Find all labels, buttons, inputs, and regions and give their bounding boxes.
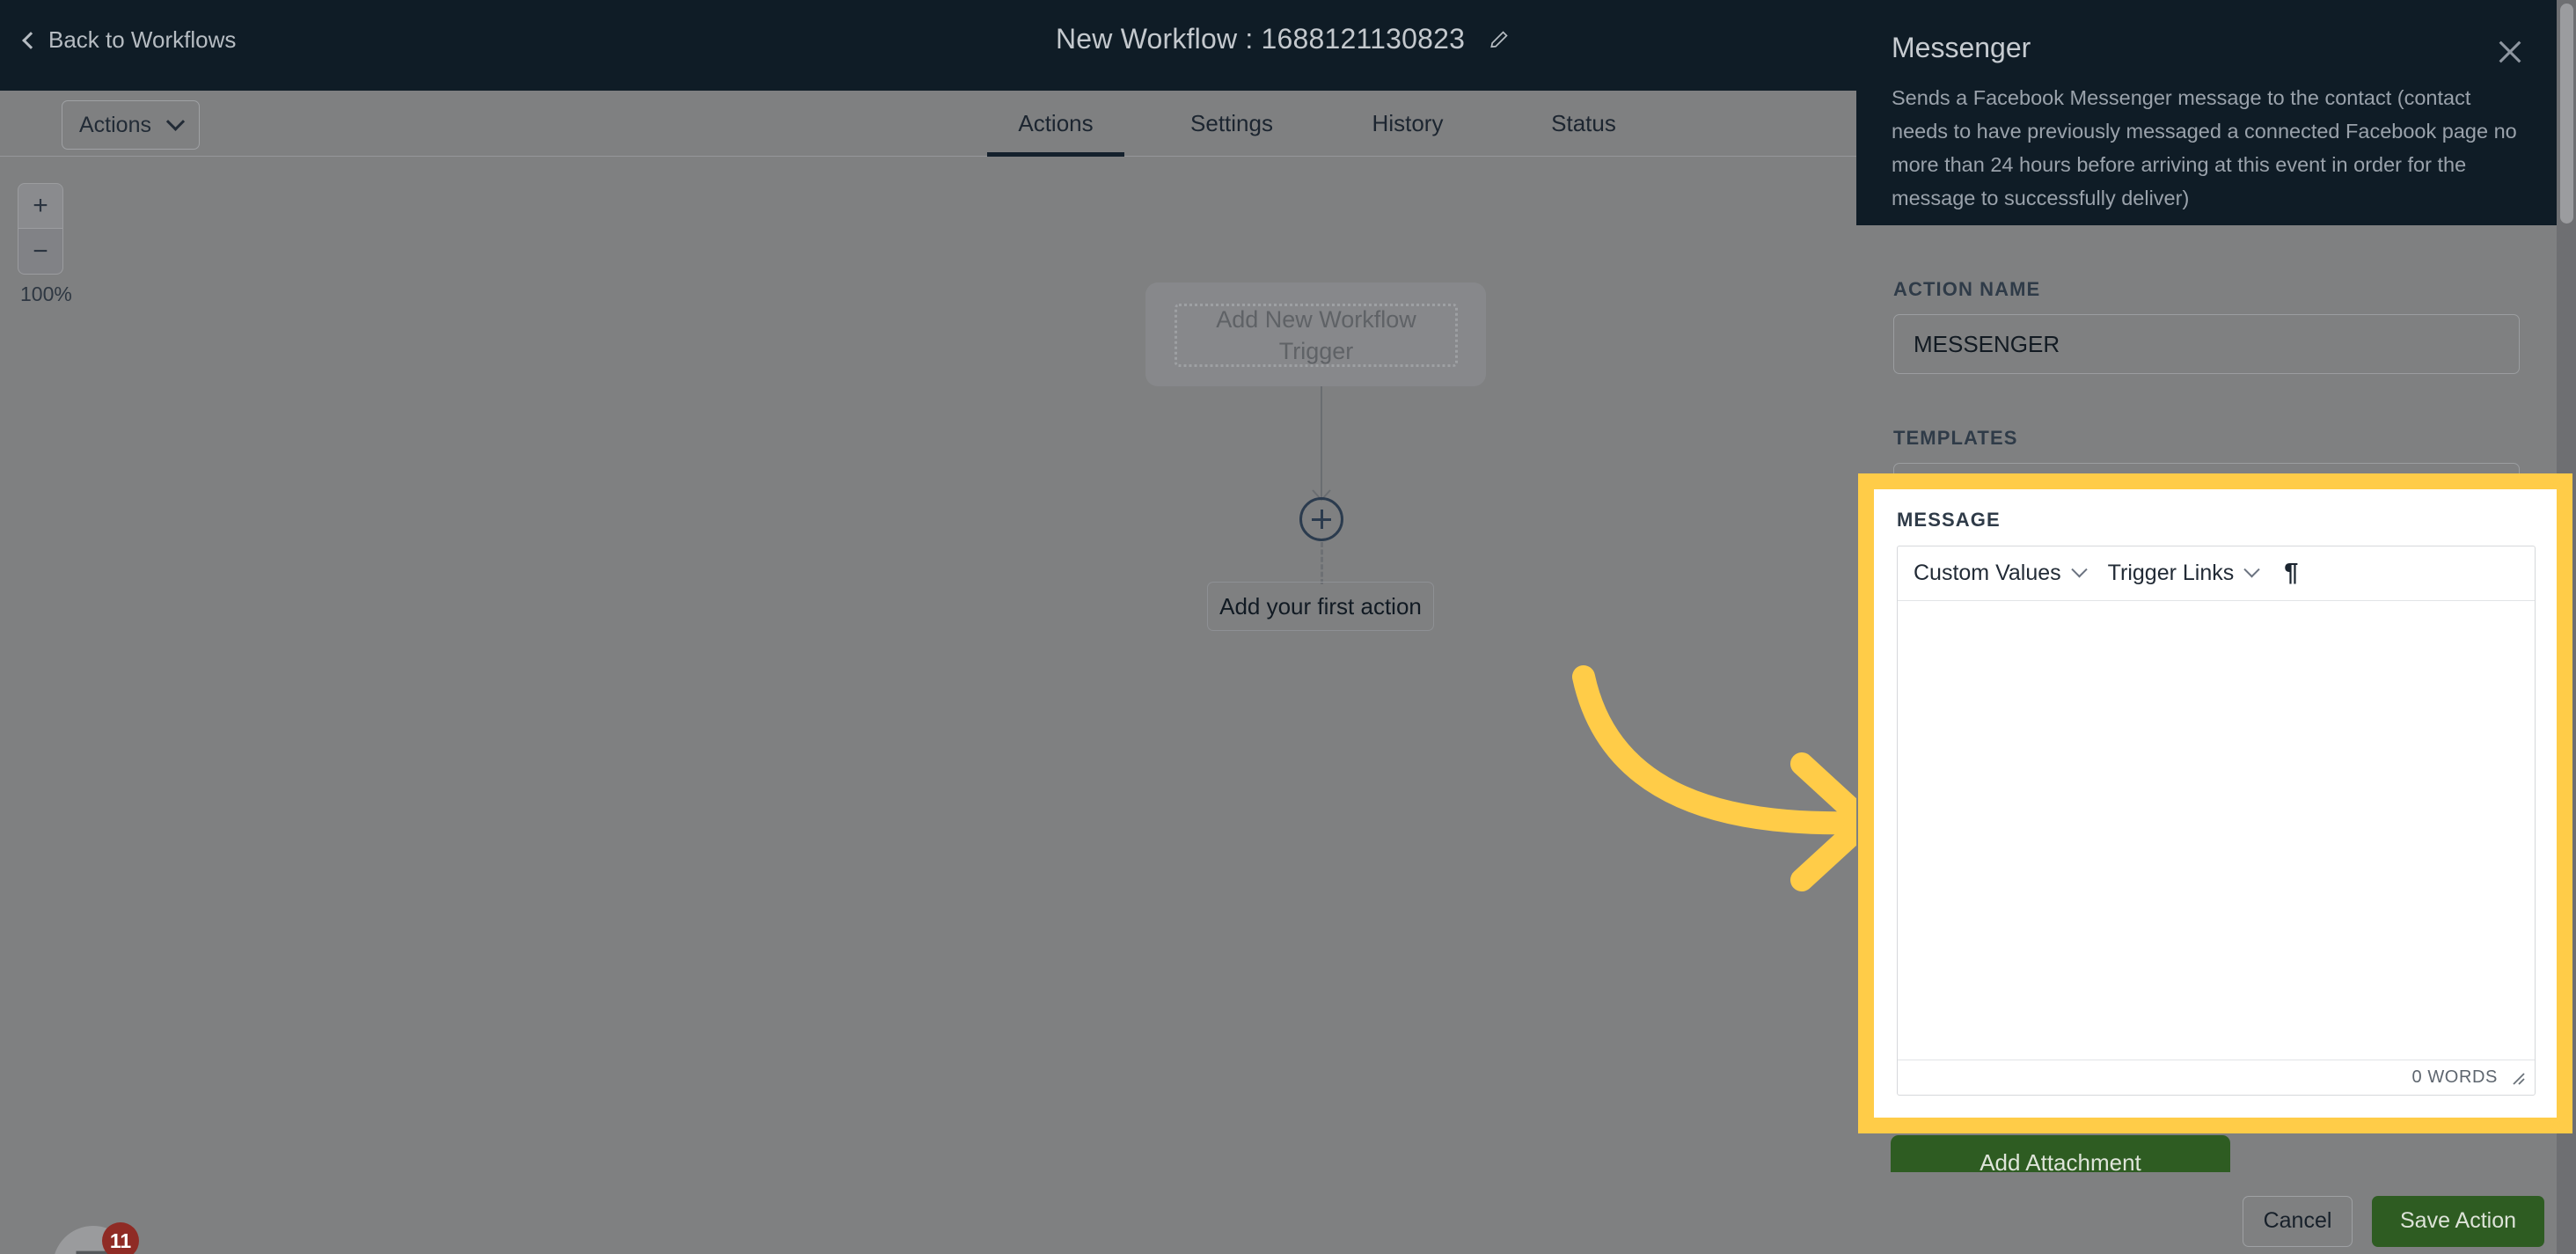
add-step-button[interactable] <box>1299 497 1343 541</box>
action-name-group: ACTION NAME <box>1893 278 2520 374</box>
workflow-title: New Workflow : 1688121130823 <box>1056 23 1466 55</box>
tab-status[interactable]: Status <box>1496 91 1672 157</box>
panel-description: Sends a Facebook Messenger message to th… <box>1892 86 2517 210</box>
message-editor-toolbar: Custom Values Trigger Links ¶ <box>1898 546 2535 601</box>
tab-settings[interactable]: Settings <box>1144 91 1320 157</box>
resize-grip-icon[interactable] <box>2510 1070 2526 1086</box>
message-section-highlight: MESSAGE Custom Values Trigger Links ¶ 0 <box>1858 473 2572 1133</box>
panel-footer: Cancel Save Action <box>1856 1188 2576 1254</box>
chat-unread-badge: 11 <box>102 1222 139 1254</box>
panel-header: Messenger Sends a Facebook Messenger mes… <box>1856 0 2576 225</box>
action-name-input[interactable] <box>1893 314 2520 374</box>
back-to-workflows-link[interactable]: Back to Workflows <box>22 26 237 54</box>
pilcrow-icon[interactable]: ¶ <box>2280 559 2302 588</box>
pencil-icon[interactable] <box>1488 28 1511 51</box>
zoom-out-button[interactable]: − <box>18 229 63 275</box>
actions-dropdown-button[interactable]: Actions <box>62 100 200 150</box>
message-textarea[interactable] <box>1898 601 2535 1060</box>
actions-dropdown-label: Actions <box>79 112 151 137</box>
message-label: MESSAGE <box>1897 509 2001 531</box>
add-first-action-label: Add your first action <box>1219 592 1422 620</box>
chevron-down-icon <box>165 112 186 131</box>
zoom-controls: + − 100% <box>18 183 72 306</box>
workflow-tabs: Actions Settings History Status <box>968 91 1672 157</box>
add-attachment-clip: Add Attachment <box>1891 1135 2230 1172</box>
connector-line-top <box>1321 386 1322 497</box>
cancel-button[interactable]: Cancel <box>2243 1195 2353 1247</box>
panel-scroll-thumb[interactable] <box>2560 4 2573 224</box>
word-count-label: 0 WORDS <box>2411 1067 2498 1087</box>
zoom-in-button[interactable]: + <box>18 183 63 229</box>
workflow-title-group: New Workflow : 1688121130823 <box>1056 23 1511 55</box>
close-icon[interactable] <box>2495 37 2525 67</box>
chevron-down-icon <box>2243 561 2260 578</box>
chevron-down-icon <box>2070 561 2088 578</box>
tab-history[interactable]: History <box>1320 91 1496 157</box>
message-editor-status: 0 WORDS <box>1898 1060 2535 1095</box>
connector-line-bottom <box>1321 542 1323 584</box>
templates-label: TEMPLATES <box>1893 427 2018 449</box>
trigger-links-dropdown[interactable]: Trigger Links <box>2107 561 2260 586</box>
chevron-left-icon <box>22 32 40 49</box>
curved-arrow-right-icon <box>1572 665 1877 891</box>
save-action-button[interactable]: Save Action <box>2372 1195 2544 1247</box>
add-first-action-button[interactable]: Add your first action <box>1207 582 1434 631</box>
chat-widget-button[interactable]: 11 <box>53 1222 139 1254</box>
zoom-level-label: 100% <box>20 282 72 305</box>
tab-actions[interactable]: Actions <box>968 91 1144 157</box>
back-to-workflows-label: Back to Workflows <box>48 26 237 53</box>
trigger-links-label: Trigger Links <box>2107 561 2235 585</box>
panel-title: Messenger <box>1892 32 2031 63</box>
trigger-node-label: Add New Workflow Trigger <box>1175 304 1458 367</box>
action-name-label: ACTION NAME <box>1893 278 2041 300</box>
message-section: MESSAGE Custom Values Trigger Links ¶ 0 <box>1874 489 2557 1118</box>
app-root: Back to Workflows New Workflow : 1688121… <box>0 0 2576 1254</box>
custom-values-dropdown[interactable]: Custom Values <box>1914 561 2088 586</box>
message-editor: Custom Values Trigger Links ¶ 0 WORDS <box>1897 546 2536 1096</box>
workflow-trigger-node[interactable]: Add New Workflow Trigger <box>1145 282 1486 386</box>
custom-values-label: Custom Values <box>1914 561 2061 585</box>
add-attachment-button[interactable]: Add Attachment <box>1891 1135 2230 1172</box>
